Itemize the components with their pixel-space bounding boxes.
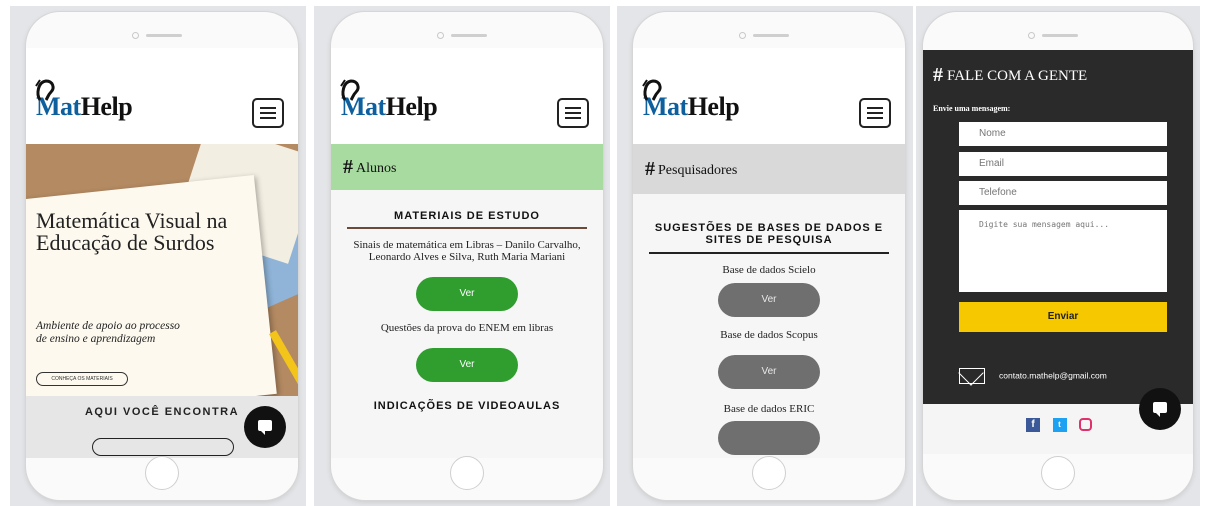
contact-title: # FALE COM A GENTE: [933, 64, 1087, 87]
view-button[interactable]: Ver: [718, 355, 820, 389]
twitter-icon[interactable]: t: [1052, 417, 1067, 432]
home-button[interactable]: [145, 456, 179, 490]
database-item-title: Base de dados ERIC: [723, 403, 815, 415]
menu-button[interactable]: [859, 98, 891, 128]
hash-icon: #: [343, 156, 353, 178]
ear-icon: [35, 79, 55, 101]
section-divider: [649, 252, 889, 254]
mathelp-logo[interactable]: MatHelp: [642, 79, 740, 122]
contact-subtitle: Envie uma mensagem:: [933, 104, 1011, 113]
speaker: [739, 32, 799, 40]
app-header: MatHelp: [633, 48, 905, 144]
hero-banner: Matemática Visual na Educação de Surdos …: [26, 144, 298, 396]
email-address[interactable]: contato.mathelp@gmail.com: [999, 370, 1107, 380]
database-item-title: Base de dados Scopus: [720, 329, 818, 341]
chat-button[interactable]: [1139, 388, 1181, 430]
section-title: MATERIAIS DE ESTUDO: [394, 210, 540, 222]
research-databases-section: SUGESTÕES DE BASES DE DADOS E SITES DE P…: [633, 194, 905, 458]
next-section-title: INDICAÇÕES DE VIDEOAULAS: [373, 400, 561, 412]
app-header: MatHelp: [331, 48, 603, 144]
phone-alunos: MatHelp # Alunos MATERIAIS DE ESTUDO Sina…: [331, 12, 603, 500]
view-button[interactable]: Ver: [416, 277, 518, 311]
contact-section: #FALE COM A GENTE Envie uma mensagem: En…: [923, 50, 1193, 404]
logo-rest: Help: [687, 92, 740, 121]
chat-icon: [1153, 402, 1167, 417]
phone-field[interactable]: [959, 181, 1167, 205]
phone-home: MatHelp Matemática Visual na Educação de…: [26, 12, 298, 500]
home-button[interactable]: [450, 456, 484, 490]
category-bar-pesquisadores: # Pesquisadores: [633, 144, 905, 194]
contact-title-text: FALE COM A GENTE: [947, 68, 1088, 84]
mathelp-logo[interactable]: MatHelp: [340, 79, 438, 122]
message-field[interactable]: [959, 210, 1167, 292]
view-button-partial[interactable]: [718, 421, 820, 455]
view-button[interactable]: Ver: [718, 283, 820, 317]
app-header: MatHelp: [26, 48, 298, 144]
speaker: [132, 32, 192, 40]
material-item-title: Questões da prova do ENEM em libras: [380, 322, 554, 334]
menu-button[interactable]: [252, 98, 284, 128]
phone-pesquisadores: MatHelp # Pesquisadores SUGESTÕES DE BASE…: [633, 12, 905, 500]
phone-contact: #FALE COM A GENTE Envie uma mensagem: En…: [923, 12, 1193, 500]
view-button[interactable]: Ver: [416, 348, 518, 382]
category-title: Alunos: [356, 161, 397, 176]
ear-icon: [642, 79, 662, 101]
screen: MatHelp Matemática Visual na Educação de…: [26, 48, 298, 458]
envelope-icon: [959, 368, 985, 384]
ear-icon: [340, 79, 360, 101]
chat-button[interactable]: [244, 406, 286, 448]
section-pill-button[interactable]: [92, 438, 234, 456]
screen: MatHelp # Alunos MATERIAIS DE ESTUDO Sina…: [331, 48, 603, 458]
email-field[interactable]: [959, 152, 1167, 176]
email-contact-row: contato.mathelp@gmail.com: [959, 368, 1107, 384]
hash-icon: #: [645, 158, 655, 180]
speaker: [1028, 32, 1088, 40]
section-title: SUGESTÕES DE BASES DE DADOS E SITES DE P…: [654, 222, 884, 246]
category-title: Pesquisadores: [658, 163, 738, 178]
home-button[interactable]: [1041, 456, 1075, 490]
material-item-title: Sinais de matemática em Libras – Danilo …: [353, 239, 581, 263]
send-button[interactable]: Enviar: [959, 302, 1167, 332]
mathelp-logo[interactable]: MatHelp: [35, 79, 133, 122]
screen: MatHelp # Pesquisadores SUGESTÕES DE BASE…: [633, 48, 905, 458]
hash-icon: #: [933, 64, 943, 86]
speaker: [437, 32, 497, 40]
instagram-icon[interactable]: [1078, 418, 1092, 432]
logo-rest: Help: [385, 92, 438, 121]
name-field[interactable]: [959, 122, 1167, 146]
database-item-title: Base de dados Scielo: [722, 264, 816, 276]
chat-icon: [258, 420, 272, 435]
category-bar-alunos: # Alunos: [331, 144, 603, 190]
hero-subtitle: Ambiente de apoio ao processo de ensino …: [36, 320, 180, 345]
screen: #FALE COM A GENTE Envie uma mensagem: En…: [923, 50, 1193, 454]
logo-rest: Help: [80, 92, 133, 121]
study-materials-section: MATERIAIS DE ESTUDO Sinais de matemática…: [331, 190, 603, 458]
home-button[interactable]: [752, 456, 786, 490]
hero-title: Matemática Visual na Educação de Surdos: [36, 208, 228, 255]
section-divider: [347, 227, 587, 229]
facebook-icon[interactable]: f: [1026, 417, 1041, 432]
menu-button[interactable]: [557, 98, 589, 128]
discover-materials-button[interactable]: CONHEÇA OS MATERIAIS: [36, 372, 128, 386]
